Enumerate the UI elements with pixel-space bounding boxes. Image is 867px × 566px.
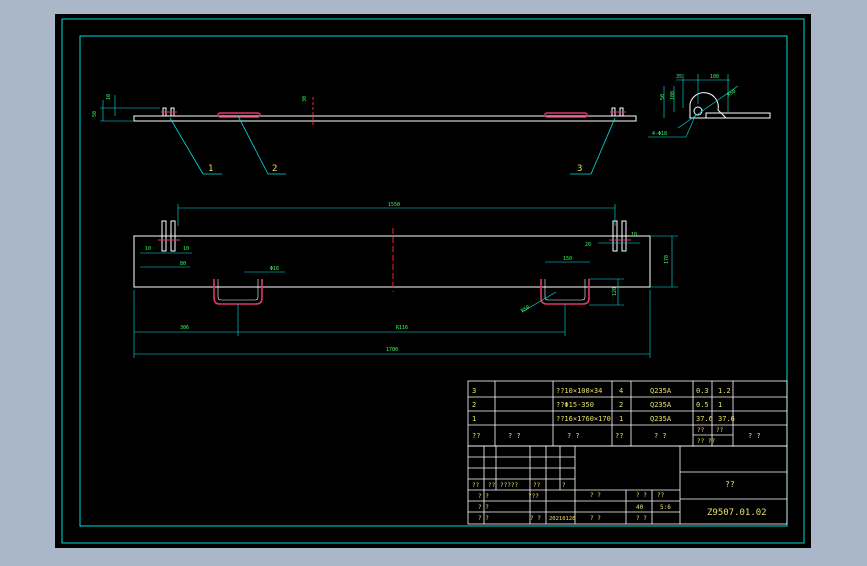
plan-dim-handle-w-label: 150 bbox=[563, 256, 572, 262]
tb-label-h: ? ? bbox=[478, 504, 489, 511]
tb-label-b: ?? bbox=[488, 482, 496, 489]
bom-cell-w2: 1 bbox=[718, 401, 722, 409]
bom-cell-name: ??Φ15-350 bbox=[556, 401, 594, 409]
bom-cell-qty: 2 bbox=[619, 401, 623, 409]
tb-scale: 5:6 bbox=[660, 504, 671, 511]
bom-header-name: ? ? bbox=[508, 432, 521, 440]
tb-label-c: ????? bbox=[500, 482, 518, 489]
bom-cell-mat: Q235A bbox=[650, 387, 672, 395]
bom-cell-w1: 37.6 bbox=[696, 415, 713, 423]
plan-dim-handle-h-label: 120 bbox=[612, 287, 618, 296]
plan-dim-left-b: 10 bbox=[183, 246, 189, 252]
tb-label-n: ? ? bbox=[590, 515, 601, 522]
side-dim-b: 100 bbox=[710, 74, 719, 80]
elev-dim-height: 50 bbox=[92, 111, 98, 117]
bom-cell-name: ??10×100×34 bbox=[556, 387, 602, 395]
tb-label-m: ?? bbox=[657, 492, 665, 499]
cad-drawing: 50 10 30 1 2 3 35 100 50 100 R50 4-Φ18 1… bbox=[55, 14, 811, 548]
tb-label-i: ? ? bbox=[478, 515, 489, 522]
plan-dim-left-c: 80 bbox=[180, 261, 186, 267]
tb-weight: 40 bbox=[636, 504, 644, 511]
bom-cell-no: 1 bbox=[472, 415, 476, 423]
bom-cell-qty: 1 bbox=[619, 415, 623, 423]
tb-drawing-no: Z9507.01.02 bbox=[707, 508, 767, 518]
bom-cell-w2: 1.2 bbox=[718, 387, 731, 395]
tb-label-a: ?? bbox=[472, 482, 480, 489]
bom-header-w1: ?? bbox=[697, 427, 705, 434]
tb-label-l: ? ? bbox=[636, 492, 647, 499]
bom-cell-no: 3 bbox=[472, 387, 476, 395]
plan-dim-left-a: 10 bbox=[145, 246, 151, 252]
bom-cell-qty: 4 bbox=[619, 387, 623, 395]
bom-header-mat: ? ? bbox=[654, 432, 667, 440]
bom-cell-w2: 37.6 bbox=[718, 415, 735, 423]
tb-label-o: ? ? bbox=[636, 515, 647, 522]
balloon-2: 2 bbox=[272, 164, 277, 174]
plan-dim-top-label: 1550 bbox=[388, 202, 400, 208]
cad-viewport: 50 10 30 1 2 3 35 100 50 100 R50 4-Φ18 1… bbox=[0, 0, 867, 562]
bom-cell-no: 2 bbox=[472, 401, 476, 409]
tb-label-f: ??? bbox=[528, 493, 539, 500]
plan-dim-overall-label: 1700 bbox=[386, 347, 398, 353]
balloon-1: 1 bbox=[208, 164, 213, 174]
bom-header-w2: ?? bbox=[716, 427, 724, 434]
plan-dim-bar-label: Φ16 bbox=[270, 266, 279, 272]
balloon-3: 3 bbox=[577, 164, 582, 174]
tb-label-g: ? ? bbox=[478, 493, 489, 500]
tb-label-e: ? bbox=[562, 482, 566, 489]
bom-cell-mat: Q235A bbox=[650, 401, 672, 409]
tb-label-d: ?? bbox=[533, 482, 541, 489]
tb-drawing-name: ?? bbox=[725, 480, 735, 489]
plan-dim-height-label: 170 bbox=[664, 255, 670, 264]
bom-cell-w1: 0.3 bbox=[696, 387, 709, 395]
tb-label-k: ? ? bbox=[590, 492, 601, 499]
bom-header-w: ?? ?? bbox=[697, 438, 715, 445]
tb-date: 20210128 bbox=[549, 516, 576, 522]
elev-dim-small: 10 bbox=[106, 94, 112, 100]
bom-header-qty2: ?? bbox=[615, 432, 623, 440]
plan-dim-right-b: 20 bbox=[585, 242, 591, 248]
tb-label-j: ? ? bbox=[530, 515, 541, 522]
bom-header-note: ? ? bbox=[748, 432, 761, 440]
bom-cell-w1: 0.5 bbox=[696, 401, 709, 409]
plan-dim-bottom-1-label: 306 bbox=[180, 325, 189, 331]
bom-cell-name: ??16×1760×170 bbox=[556, 415, 611, 423]
bom-header-qty: ? ? bbox=[567, 432, 580, 440]
bom-cell-mat: Q235A bbox=[650, 415, 672, 423]
plan-dim-bottom-2-label: R116 bbox=[396, 325, 408, 331]
side-dim-a: 35 bbox=[676, 74, 682, 80]
side-dim-hole: 4-Φ18 bbox=[652, 131, 667, 137]
plan-dim-right-a: 10 bbox=[631, 232, 637, 238]
side-dim-c: 50 bbox=[660, 94, 666, 100]
bom-header-no: ?? bbox=[472, 432, 480, 440]
elev-dim-mid: 30 bbox=[302, 96, 308, 102]
side-dim-d: 100 bbox=[670, 91, 676, 100]
